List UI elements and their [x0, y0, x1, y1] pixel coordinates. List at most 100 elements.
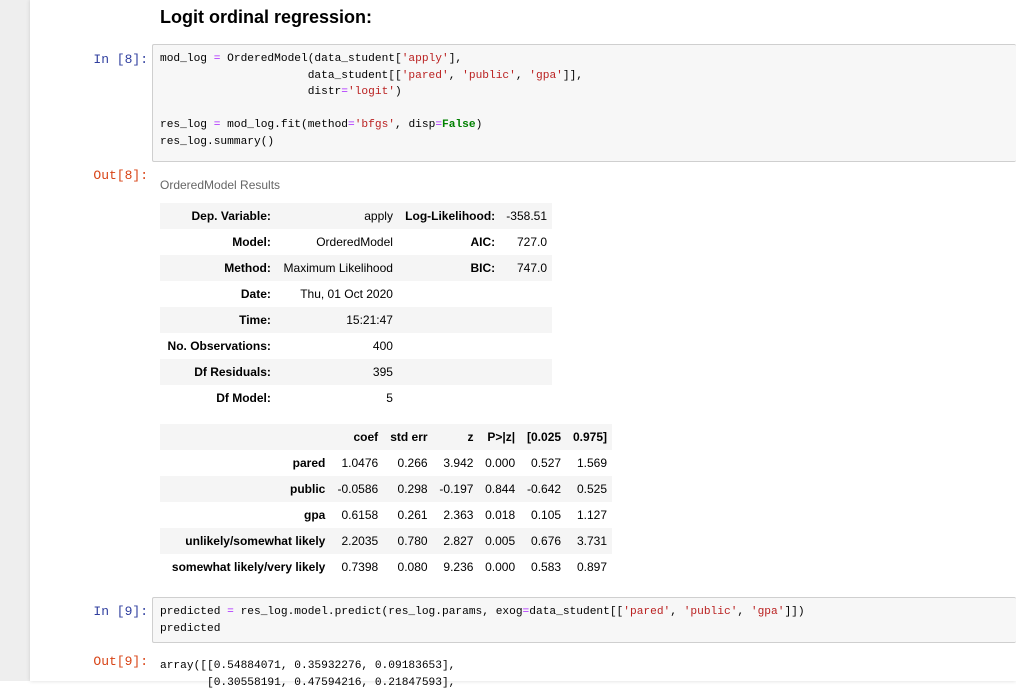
- summary-value: [500, 281, 552, 307]
- summary-value: 400: [276, 333, 398, 359]
- coef-value: 2.2035: [330, 528, 383, 554]
- summary-label: Dep. Variable:: [160, 203, 276, 229]
- coef-value: 0.583: [520, 554, 566, 580]
- summary-label: [398, 281, 500, 307]
- coef-row: pared1.04760.2663.9420.0000.5271.569: [160, 450, 612, 476]
- summary-label: Df Model:: [160, 385, 276, 411]
- code-9[interactable]: predicted = res_log.model.predict(res_lo…: [153, 598, 1016, 643]
- coef-value: 0.000: [478, 554, 520, 580]
- coef-value: 0.005: [478, 528, 520, 554]
- summary-value: 727.0: [500, 229, 552, 255]
- summary-value: 5: [276, 385, 398, 411]
- coef-value: 0.000: [478, 450, 520, 476]
- coef-header-row: coefstd errzP>|z|[0.0250.975]: [160, 424, 612, 450]
- summary-label: [398, 385, 500, 411]
- coef-value: 0.298: [383, 476, 432, 502]
- coef-value: 2.827: [433, 528, 479, 554]
- summary-label: BIC:: [398, 255, 500, 281]
- summary-label: [398, 359, 500, 385]
- summary-row: Dep. Variable:applyLog-Likelihood:-358.5…: [160, 203, 552, 229]
- coef-row: somewhat likely/very likely0.73980.0809.…: [160, 554, 612, 580]
- summary-value: -358.51: [500, 203, 552, 229]
- code-line: res_log.summary(): [160, 134, 1009, 151]
- code-line: mod_log = OrderedModel(data_student['app…: [160, 51, 1009, 68]
- coef-value: 0.6158: [330, 502, 383, 528]
- summary-label: Date:: [160, 281, 276, 307]
- summary-value: [500, 359, 552, 385]
- summary-row: Df Residuals:395: [160, 359, 552, 385]
- coef-value: 0.897: [566, 554, 612, 580]
- code-line: distr='logit'): [160, 84, 1009, 101]
- summary-row: Date:Thu, 01 Oct 2020: [160, 281, 552, 307]
- coef-value: 1.127: [566, 502, 612, 528]
- coef-value: 0.266: [383, 450, 432, 476]
- code-line: data_student[['pared', 'public', 'gpa']]…: [160, 68, 1009, 85]
- coef-header: [0.025: [520, 424, 566, 450]
- summary-table: Dep. Variable:applyLog-Likelihood:-358.5…: [160, 203, 552, 411]
- summary-label: [398, 333, 500, 359]
- code-8[interactable]: mod_log = OrderedModel(data_student['app…: [153, 45, 1016, 156]
- summary-value: OrderedModel: [276, 229, 398, 255]
- coef-row: public-0.05860.298-0.1970.844-0.6420.525: [160, 476, 612, 502]
- coef-row: unlikely/somewhat likely2.20350.7802.827…: [160, 528, 612, 554]
- summary-row: Method:Maximum LikelihoodBIC:747.0: [160, 255, 552, 281]
- code-cell-9[interactable]: predicted = res_log.model.predict(res_lo…: [152, 597, 1016, 643]
- summary-value: Maximum Likelihood: [276, 255, 398, 281]
- summary-value: 747.0: [500, 255, 552, 281]
- out-prompt-9: Out[9]:: [8, 654, 148, 669]
- coef-value: 0.018: [478, 502, 520, 528]
- coef-value: 0.844: [478, 476, 520, 502]
- summary-caption: OrderedModel Results: [160, 178, 280, 192]
- code-cell-8[interactable]: mod_log = OrderedModel(data_student['app…: [152, 44, 1016, 162]
- section-heading: Logit ordinal regression:: [160, 7, 372, 28]
- summary-label: Df Residuals:: [160, 359, 276, 385]
- summary-label: [398, 307, 500, 333]
- summary-row: Df Model:5: [160, 385, 552, 411]
- in-prompt-9: In [9]:: [8, 604, 148, 619]
- summary-label: Method:: [160, 255, 276, 281]
- coef-variable: public: [160, 476, 330, 502]
- summary-value: 15:21:47: [276, 307, 398, 333]
- coef-value: 0.676: [520, 528, 566, 554]
- summary-value: Thu, 01 Oct 2020: [276, 281, 398, 307]
- coef-value: -0.197: [433, 476, 479, 502]
- summary-value: apply: [276, 203, 398, 229]
- coef-value: 0.080: [383, 554, 432, 580]
- coef-variable: gpa: [160, 502, 330, 528]
- coef-value: 0.780: [383, 528, 432, 554]
- code-line: res_log = mod_log.fit(method='bfgs', dis…: [160, 117, 1009, 134]
- coef-value: 2.363: [433, 502, 479, 528]
- output-line: [0.30558191, 0.47594216, 0.21847593],: [160, 675, 455, 692]
- summary-row: No. Observations:400: [160, 333, 552, 359]
- coef-value: 0.527: [520, 450, 566, 476]
- coef-value: -0.642: [520, 476, 566, 502]
- coef-header: coef: [330, 424, 383, 450]
- coef-value: -0.0586: [330, 476, 383, 502]
- summary-label: AIC:: [398, 229, 500, 255]
- code-line: [160, 101, 1009, 118]
- coef-value: 0.261: [383, 502, 432, 528]
- coef-value: 0.525: [566, 476, 612, 502]
- coef-row: gpa0.61580.2612.3630.0180.1051.127: [160, 502, 612, 528]
- coef-value: 0.105: [520, 502, 566, 528]
- coef-variable: pared: [160, 450, 330, 476]
- summary-label: No. Observations:: [160, 333, 276, 359]
- left-gutter: [0, 0, 30, 681]
- code-line: predicted: [160, 621, 1009, 638]
- coef-value: 0.7398: [330, 554, 383, 580]
- coef-value: 9.236: [433, 554, 479, 580]
- coef-variable: somewhat likely/very likely: [160, 554, 330, 580]
- coef-header: z: [433, 424, 479, 450]
- summary-value: [500, 307, 552, 333]
- coef-variable: unlikely/somewhat likely: [160, 528, 330, 554]
- output-line: array([[0.54884071, 0.35932276, 0.091836…: [160, 658, 455, 675]
- coef-header: P>|z|: [478, 424, 520, 450]
- summary-value: [500, 333, 552, 359]
- code-line: predicted = res_log.model.predict(res_lo…: [160, 604, 1009, 621]
- in-prompt-8: In [8]:: [8, 52, 148, 67]
- summary-label: Log-Likelihood:: [398, 203, 500, 229]
- coef-value: 1.0476: [330, 450, 383, 476]
- summary-row: Model:OrderedModelAIC:727.0: [160, 229, 552, 255]
- coef-header: std err: [383, 424, 432, 450]
- summary-row: Time:15:21:47: [160, 307, 552, 333]
